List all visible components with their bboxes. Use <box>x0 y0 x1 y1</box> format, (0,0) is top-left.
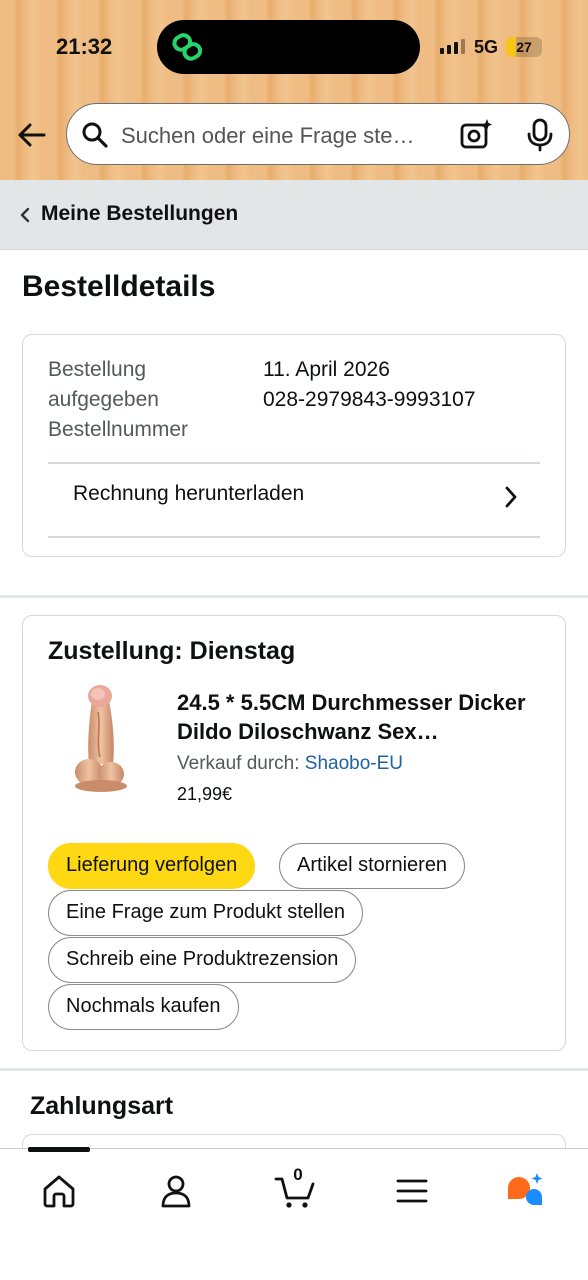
shipment-card: Zustellung: Dienstag 24.5 * 5.5CM Durchm… <box>22 615 566 1051</box>
bottom-navigation: 0 <box>0 1147 588 1280</box>
link-app-icon <box>172 33 203 61</box>
order-info-card: Bestellung aufgegeben Bestellnummer 11. … <box>22 334 566 557</box>
cart-count: 0 <box>293 1165 303 1184</box>
dynamic-island <box>157 20 420 74</box>
payment-method-title: Zahlungsart <box>30 1092 174 1120</box>
app-header: 21:32 5G 27 Suchen oder eine Frage ste… <box>0 0 588 180</box>
network-type: 5G <box>474 37 499 57</box>
microphone-icon[interactable] <box>525 118 555 152</box>
buy-again-button[interactable]: Nochmals kaufen <box>48 984 239 1030</box>
product-price: 21,99€ <box>177 784 233 804</box>
order-label: Bestellung <box>48 358 147 381</box>
battery-level: 27 <box>516 39 532 55</box>
camera-search-icon[interactable] <box>459 118 493 152</box>
seller-link[interactable]: Shaobo-EU <box>305 753 403 774</box>
signal-icon <box>440 39 465 54</box>
active-tab-indicator <box>28 1147 90 1152</box>
cancel-item-button[interactable]: Artikel stornieren <box>279 843 466 889</box>
battery-icon: 27 <box>506 37 542 57</box>
back-arrow-icon[interactable] <box>14 116 52 154</box>
order-label: Bestellnummer <box>48 418 189 441</box>
divider <box>48 462 540 464</box>
page-title: Bestelldetails <box>22 270 216 303</box>
write-review-button[interactable]: Schreib eine Produktrezension <box>48 937 357 983</box>
section-separator <box>0 1068 588 1071</box>
home-icon[interactable] <box>39 1171 79 1211</box>
divider <box>48 536 540 538</box>
breadcrumb-label[interactable]: Meine Bestellungen <box>41 202 238 226</box>
download-invoice-link[interactable]: Rechnung herunterladen <box>73 482 304 506</box>
chevron-left-icon <box>20 207 30 223</box>
breadcrumb[interactable]: Meine Bestellungen <box>0 180 588 250</box>
search-bar[interactable]: Suchen oder eine Frage ste… <box>66 103 570 165</box>
ask-question-button[interactable]: Eine Frage zum Produkt stellen <box>48 890 364 936</box>
order-values: 11. April 2026 028-2979843-9993107 <box>263 355 476 415</box>
product-title[interactable]: 24.5 * 5.5CM Durchmesser Dicker Dildo Di… <box>177 688 537 746</box>
order-label: aufgegeben <box>48 388 159 411</box>
order-date: 11. April 2026 <box>263 358 390 381</box>
seller-info: Verkauf durch: Shaobo-EU <box>177 753 403 775</box>
rufus-icon[interactable] <box>506 1171 546 1211</box>
order-labels: Bestellung aufgegeben Bestellnummer <box>48 355 188 445</box>
search-input[interactable]: Suchen oder eine Frage ste… <box>121 123 441 149</box>
status-time: 21:32 <box>56 34 113 59</box>
product-image[interactable] <box>65 682 135 794</box>
delivery-title: Zustellung: Dienstag <box>48 637 296 665</box>
track-delivery-button[interactable]: Lieferung verfolgen <box>48 843 256 889</box>
section-separator <box>0 595 588 598</box>
account-icon[interactable] <box>156 1171 196 1211</box>
order-number: 028-2979843-9993107 <box>263 388 476 411</box>
search-icon <box>82 122 108 148</box>
chevron-right-icon[interactable] <box>503 485 519 509</box>
menu-icon[interactable] <box>392 1171 432 1211</box>
seller-prefix: Verkauf durch: <box>177 753 305 774</box>
